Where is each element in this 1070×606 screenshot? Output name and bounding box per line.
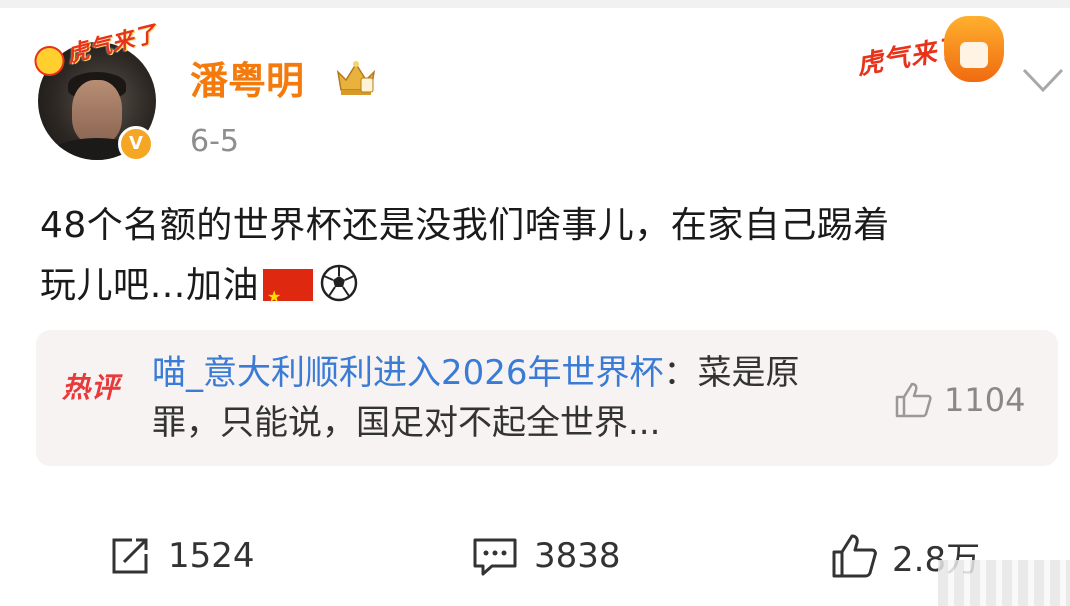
post-date: 6-5 [190,124,239,159]
chevron-down-icon[interactable] [1018,60,1068,100]
china-flag-icon [263,267,314,327]
tiger-paw-icon [944,16,1004,82]
hot-comment-separator: ： [663,353,698,393]
hot-comment-tag: 热评 [62,371,121,404]
avatar-frame-text: 虎气来了 [64,21,161,69]
soccer-ball-icon [320,264,358,302]
hot-comment-card[interactable]: 热评 喵_意大利顺利进入2026年世界杯：菜是原罪，只能说，国足对不起全世界..… [36,330,1058,466]
comment-icon [473,538,517,576]
avatar-frame-medal-icon [31,42,68,80]
repost-icon [112,538,148,574]
hot-comment-like-button[interactable]: 1104 [894,380,1025,420]
comment-count: 3838 [534,536,621,576]
hot-comment-author[interactable]: 喵_意大利顺利进入2026年世界杯 [152,353,664,393]
post-text-line-1: 48个名额的世界杯还是没我们啥事儿，在家自己踢着 [40,205,890,246]
watermark [938,560,1070,606]
top-divider [0,0,1070,8]
post-text-line-2-text: 玩儿吧…加油 [40,265,260,306]
hot-comment-like-count: 1104 [944,381,1026,419]
author-name[interactable]: 潘粤明 [190,50,304,105]
thumbs-up-icon [832,534,877,578]
action-bar: 1524 3838 2.8万 [0,520,1070,590]
hot-comment-body: 喵_意大利顺利进入2026年世界杯：菜是原罪，只能说，国足对不起全世界... [152,348,852,448]
comment-button[interactable]: 3838 [470,528,621,584]
promo-badge[interactable]: 虎气来了 [855,14,1006,84]
verified-badge-icon: V [118,126,154,162]
avatar-face [72,80,122,144]
post-text-line-2: 玩儿吧…加油 [40,256,1060,327]
repost-button[interactable]: 1524 [106,528,255,584]
post-text: 48个名额的世界杯还是没我们啥事儿，在家自己踢着 玩儿吧…加油 [40,196,1060,327]
repost-count: 1524 [168,536,255,576]
thumbs-up-icon [895,382,932,418]
vip-crown-icon[interactable] [334,58,378,98]
